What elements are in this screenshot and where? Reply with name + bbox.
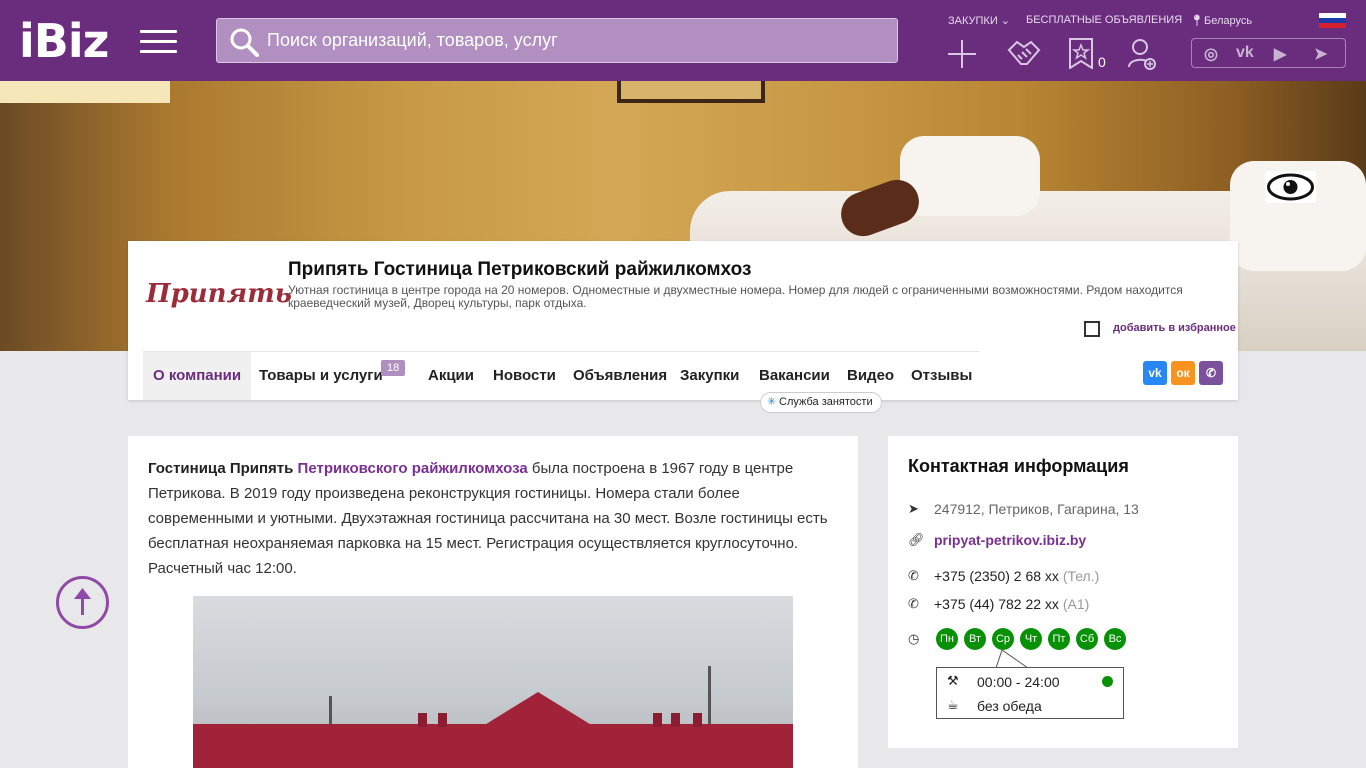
hotel-photo bbox=[193, 596, 793, 768]
company-logo: Припять bbox=[146, 279, 292, 309]
sparkle-icon: ✳︎ bbox=[767, 396, 777, 408]
location-pin-icon: 📍︎ bbox=[1190, 15, 1204, 27]
tab-reviews[interactable]: Отзывы bbox=[901, 352, 982, 400]
favorites-count: 0 bbox=[1098, 54, 1106, 70]
company-description: Уютная гостиница в центре города на 20 н… bbox=[288, 283, 1183, 310]
site-logo[interactable]: iBiz bbox=[19, 18, 109, 64]
phone-icon: ✆ bbox=[908, 568, 919, 583]
add-favorite-link[interactable]: добавить в избранное bbox=[1113, 322, 1236, 334]
open-status-dot bbox=[1102, 676, 1113, 687]
phone-icon: ✆ bbox=[908, 596, 919, 611]
telegram-icon[interactable]: ➤ bbox=[1314, 44, 1327, 64]
tab-about[interactable]: О компании bbox=[143, 352, 252, 400]
employment-service-tooltip[interactable]: ✳︎ Служба занятости bbox=[760, 392, 882, 413]
banner-pillow bbox=[900, 136, 1040, 216]
free-ads-link[interactable]: Бесплатные объявления bbox=[1026, 14, 1182, 26]
contacts-panel: Контактная информация ➤ 247912, Петриков… bbox=[888, 436, 1238, 748]
tools-icon: ⚒ bbox=[947, 673, 959, 688]
accessibility-eye-icon[interactable] bbox=[1265, 171, 1316, 203]
user-add-icon[interactable] bbox=[1127, 38, 1157, 70]
weekday-mon[interactable]: Пн bbox=[936, 628, 958, 650]
about-text: Гостиница Припять Петриковского райжилко… bbox=[148, 460, 828, 577]
hamburger-menu-icon[interactable] bbox=[140, 30, 177, 54]
phone-number[interactable]: +375 (2350) 2 68 xx bbox=[934, 568, 1059, 584]
add-plus-icon[interactable] bbox=[946, 38, 978, 70]
tab-procurement[interactable]: Закупки bbox=[670, 352, 749, 400]
scroll-to-top-button[interactable] bbox=[56, 576, 109, 629]
weekday-tue[interactable]: Вт bbox=[964, 628, 986, 650]
arrow-up-icon bbox=[74, 588, 91, 615]
link-icon: 🔗︎ bbox=[908, 532, 925, 547]
company-title: Припять Гостиница Петриковский райжилком… bbox=[288, 259, 752, 280]
housing-company-link[interactable]: Петриковского райжилкомхоза bbox=[298, 460, 528, 477]
tab-promotions[interactable]: Акции bbox=[418, 352, 484, 400]
hours-pointer bbox=[996, 650, 1029, 668]
search-input[interactable] bbox=[267, 19, 887, 62]
tab-news[interactable]: Новости bbox=[483, 352, 566, 400]
company-header-card: Припять Припять Гостиница Петриковский р… bbox=[128, 241, 1238, 413]
social-links: ◎ vk ▶ ➤ bbox=[1191, 38, 1346, 68]
weekday-sat[interactable]: Сб bbox=[1076, 628, 1098, 650]
phone-number[interactable]: +375 (44) 782 22 xx bbox=[934, 596, 1059, 612]
weekday-fri[interactable]: Пт bbox=[1048, 628, 1070, 650]
chevron-down-icon: ⌄ bbox=[1000, 15, 1011, 27]
contacts-title: Контактная информация bbox=[908, 456, 1129, 476]
banner-lamp-shape bbox=[0, 81, 170, 103]
lunch-break-info: без обеда bbox=[977, 698, 1042, 714]
procurement-link[interactable]: Закупки ⌄ bbox=[948, 14, 1010, 27]
tab-products[interactable]: Товары и услуги bbox=[249, 352, 393, 400]
handshake-icon[interactable] bbox=[1007, 38, 1041, 68]
add-favorite-checkbox[interactable] bbox=[1084, 321, 1100, 337]
tab-ads[interactable]: Объявления bbox=[563, 352, 677, 400]
instagram-icon[interactable]: ◎ bbox=[1204, 44, 1218, 64]
coffee-cup-icon: ☕︎ bbox=[947, 697, 959, 712]
weekday-sun[interactable]: Вс bbox=[1104, 628, 1126, 650]
working-hours-box: ⚒ 00:00 - 24:00 ☕︎ без обеда bbox=[936, 667, 1124, 719]
weekday-thu[interactable]: Чт bbox=[1020, 628, 1042, 650]
search-box[interactable] bbox=[216, 18, 898, 63]
about-section: Гостиница Припять Петриковского райжилко… bbox=[128, 436, 858, 768]
clock-icon: ◷ bbox=[908, 631, 920, 646]
favorites-star-icon[interactable] bbox=[1068, 38, 1094, 69]
navigation-arrow-icon: ➤ bbox=[908, 501, 919, 516]
youtube-icon[interactable]: ▶ bbox=[1274, 44, 1286, 64]
language-flag-icon[interactable] bbox=[1319, 13, 1346, 28]
share-viber-icon[interactable]: ✆ bbox=[1199, 361, 1223, 385]
banner-picture-frame bbox=[617, 81, 765, 103]
products-count-badge: 18 bbox=[381, 360, 406, 376]
share-vk-icon[interactable]: vk bbox=[1143, 361, 1167, 385]
website-link[interactable]: pripyat-petrikov.ibiz.by bbox=[934, 532, 1086, 548]
region-selector[interactable]: 📍︎Беларусь bbox=[1190, 14, 1252, 27]
weekday-wed[interactable]: Ср bbox=[992, 628, 1014, 650]
search-icon bbox=[230, 28, 259, 57]
vk-icon[interactable]: vk bbox=[1236, 44, 1254, 62]
top-navigation-bar: iBiz Закупки ⌄ Бесплатные объявления 📍︎Б… bbox=[0, 0, 1366, 81]
share-odnoklassniki-icon[interactable]: ок bbox=[1171, 361, 1195, 385]
working-hours: 00:00 - 24:00 bbox=[977, 674, 1060, 690]
